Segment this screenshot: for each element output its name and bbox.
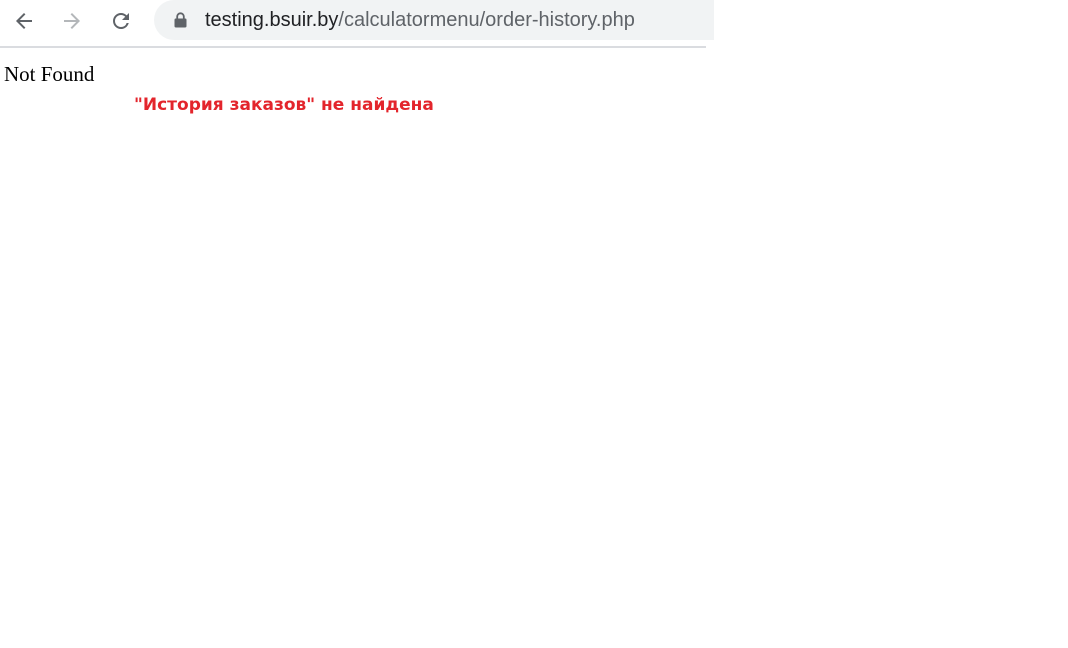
url-text[interactable]: testing.bsuir.by/calculatormenu/order-hi… [205,8,635,32]
browser-toolbar: testing.bsuir.by/calculatormenu/order-hi… [0,0,714,48]
reload-icon [113,12,129,29]
lock-icon[interactable] [174,12,187,28]
error-message: "История заказов" не найдена [134,95,434,115]
url-path: /calculatormenu/order-history.php [338,9,635,31]
not-found-heading: Not Found [4,62,95,86]
back-button[interactable] [7,4,41,38]
forward-button[interactable] [55,4,89,38]
url-host: testing.bsuir.by [205,9,339,31]
arrow-left-icon [16,13,32,29]
address-bar[interactable]: testing.bsuir.by/calculatormenu/order-hi… [154,0,714,40]
reload-button[interactable] [104,4,138,38]
arrow-right-icon [64,13,80,29]
